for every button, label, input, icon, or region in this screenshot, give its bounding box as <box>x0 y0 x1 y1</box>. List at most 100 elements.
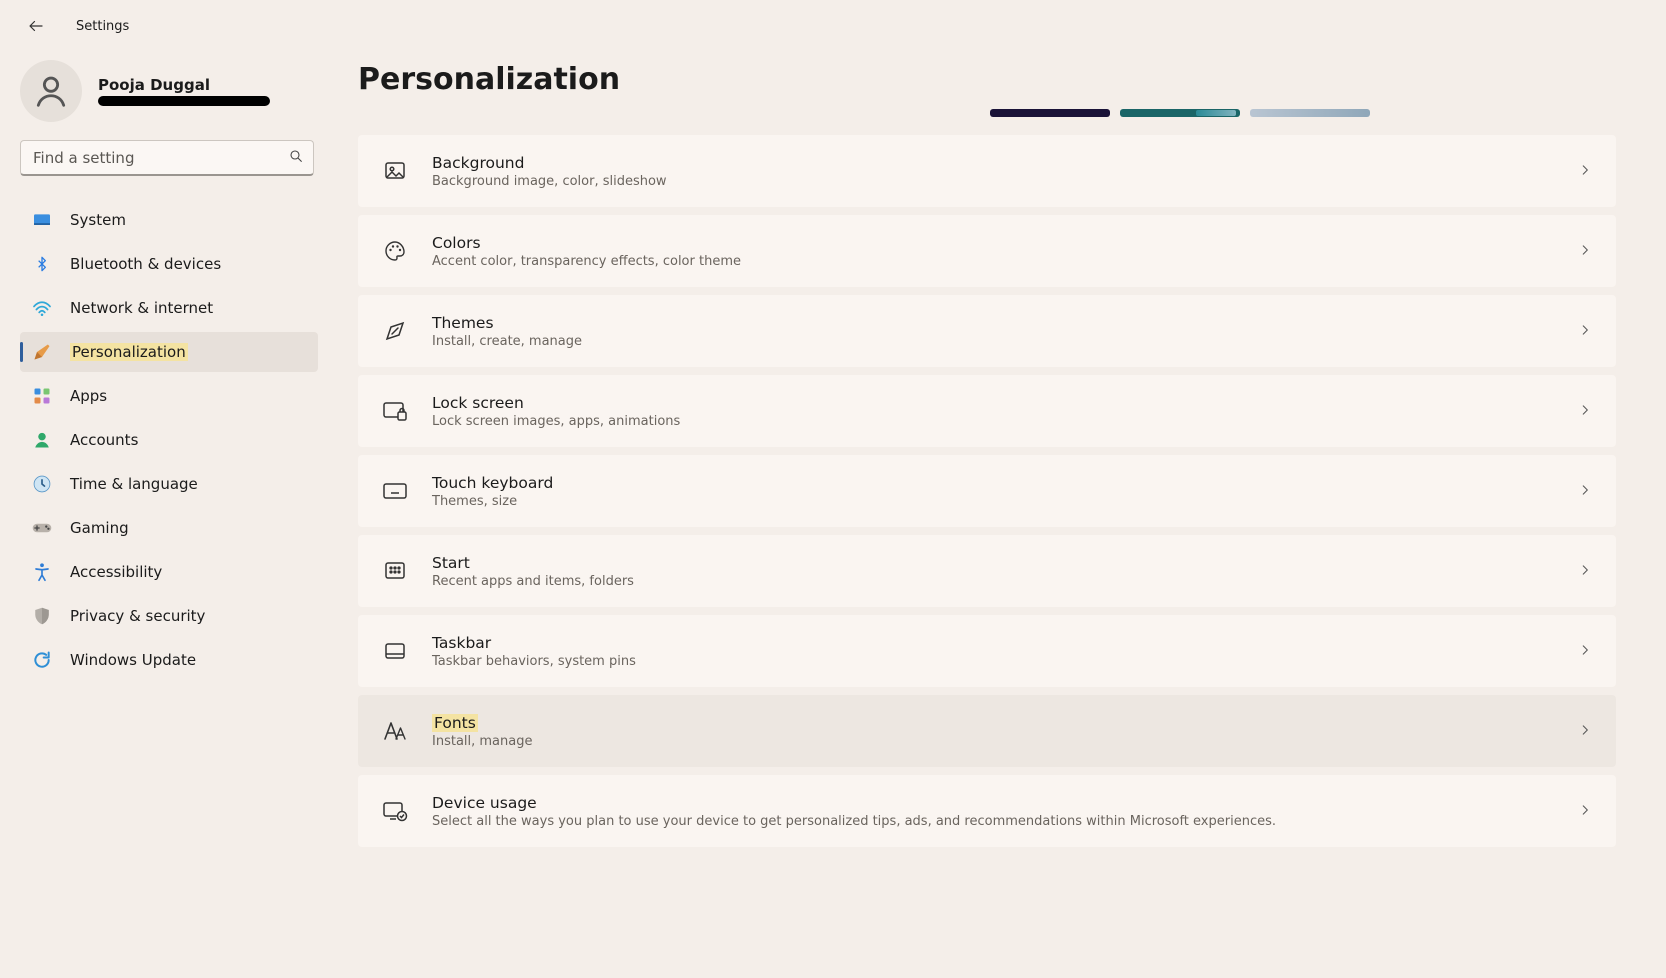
themes-icon <box>382 318 408 344</box>
card-text: Device usage Select all the ways you plan… <box>432 794 1578 829</box>
update-icon <box>32 650 52 670</box>
chevron-right-icon <box>1578 802 1592 821</box>
card-text: BackgroundBackground image, color, slide… <box>432 154 1578 189</box>
background-icon <box>382 158 408 184</box>
sidebar-item-label: Time & language <box>70 475 198 493</box>
sidebar-item-label: Accounts <box>70 431 138 449</box>
sidebar-item-gaming[interactable]: Gaming <box>20 508 318 548</box>
taskbar-icon <box>382 638 408 664</box>
card-title: Start <box>432 554 470 572</box>
titlebar: Settings <box>0 0 1666 52</box>
chevron-right-icon <box>1578 162 1592 181</box>
settings-card-fonts[interactable]: Fonts Install, manage <box>358 695 1616 767</box>
sidebar-item-system[interactable]: System <box>20 200 318 240</box>
time-icon <box>32 474 52 494</box>
sidebar-item-label: Personalization <box>70 343 188 361</box>
card-subtitle: Recent apps and items, folders <box>432 574 1578 589</box>
sidebar-item-label: Network & internet <box>70 299 213 317</box>
sidebar-item-label: Privacy & security <box>70 607 205 625</box>
sidebar-nav: System Bluetooth & devices Network & inter… <box>20 200 318 680</box>
card-subtitle: Install, manage <box>432 734 1578 749</box>
card-subtitle: Lock screen images, apps, animations <box>432 414 1578 429</box>
search-field[interactable] <box>20 140 314 176</box>
theme-thumbnail[interactable] <box>1120 109 1240 117</box>
card-title: Touch keyboard <box>432 474 553 492</box>
theme-thumbnail[interactable] <box>1250 109 1370 117</box>
settings-card-touchkeyboard[interactable]: Touch keyboard Themes, size <box>358 455 1616 527</box>
card-title: Fonts <box>432 714 478 732</box>
sidebar-item-time[interactable]: Time & language <box>20 464 318 504</box>
sidebar-item-privacy[interactable]: Privacy & security <box>20 596 318 636</box>
back-button[interactable] <box>20 10 52 42</box>
start-icon <box>382 558 408 584</box>
sidebar-item-personalization[interactable]: Personalization <box>20 332 318 372</box>
user-email-redacted <box>98 96 270 106</box>
card-subtitle: Taskbar behaviors, system pins <box>432 654 1578 669</box>
sidebar-item-accounts[interactable]: Accounts <box>20 420 318 460</box>
gaming-icon <box>32 518 52 538</box>
card-text: Touch keyboard Themes, size <box>432 474 1578 509</box>
card-subtitle: Select all the ways you plan to use your… <box>432 814 1578 829</box>
sidebar-item-label: Apps <box>70 387 107 405</box>
card-text: Fonts Install, manage <box>432 714 1578 749</box>
settings-card-colors[interactable]: ColorsAccent color, transparency effects… <box>358 215 1616 287</box>
card-text: Start Recent apps and items, folders <box>432 554 1578 589</box>
card-text: ColorsAccent color, transparency effects… <box>432 234 1578 269</box>
settings-card-start[interactable]: Start Recent apps and items, folders <box>358 535 1616 607</box>
sidebar-item-label: Gaming <box>70 519 129 537</box>
chevron-right-icon <box>1578 482 1592 501</box>
sidebar-item-label: Bluetooth & devices <box>70 255 221 273</box>
page-title: Personalization <box>358 62 1622 97</box>
apps-icon <box>32 386 52 406</box>
card-subtitle: Install, create, manage <box>432 334 1578 349</box>
sidebar-item-label: Accessibility <box>70 563 162 581</box>
card-text: Themes Install, create, manage <box>432 314 1578 349</box>
chevron-right-icon <box>1578 402 1592 421</box>
fonts-icon <box>382 718 408 744</box>
chevron-right-icon <box>1578 562 1592 581</box>
card-subtitle: Themes, size <box>432 494 1578 509</box>
search-input[interactable] <box>20 140 314 176</box>
card-title: Lock screen <box>432 394 524 412</box>
chevron-right-icon <box>1578 722 1592 741</box>
card-text: Lock screen Lock screen images, apps, ani… <box>432 394 1578 429</box>
chevron-right-icon <box>1578 242 1592 261</box>
card-title: Colors <box>432 234 481 252</box>
sidebar-item-update[interactable]: Windows Update <box>20 640 318 680</box>
sidebar: Pooja Duggal System Bluetooth & devices Ne… <box>0 52 330 978</box>
sidebar-item-label: Windows Update <box>70 651 196 669</box>
avatar <box>20 60 82 122</box>
accounts-icon <box>32 430 52 450</box>
sidebar-item-label: System <box>70 211 126 229</box>
settings-card-themes[interactable]: Themes Install, create, manage <box>358 295 1616 367</box>
card-title: Themes <box>432 314 494 332</box>
theme-thumbnail[interactable] <box>990 109 1110 117</box>
deviceusage-icon <box>382 798 408 824</box>
sidebar-item-bluetooth[interactable]: Bluetooth & devices <box>20 244 318 284</box>
card-subtitle: Background image, color, slideshow <box>432 174 1578 189</box>
settings-card-taskbar[interactable]: TaskbarTaskbar behaviors, system pins <box>358 615 1616 687</box>
card-text: TaskbarTaskbar behaviors, system pins <box>432 634 1578 669</box>
settings-card-lockscreen[interactable]: Lock screen Lock screen images, apps, ani… <box>358 375 1616 447</box>
network-icon <box>32 298 52 318</box>
main-content: Personalization BackgroundBackground ima… <box>330 52 1666 978</box>
personalization-icon <box>32 342 52 362</box>
chevron-right-icon <box>1578 322 1592 341</box>
privacy-icon <box>32 606 52 626</box>
sidebar-item-apps[interactable]: Apps <box>20 376 318 416</box>
touchkeyboard-icon <box>382 478 408 504</box>
settings-card-deviceusage[interactable]: Device usage Select all the ways you plan… <box>358 775 1616 847</box>
settings-card-background[interactable]: BackgroundBackground image, color, slide… <box>358 135 1616 207</box>
user-block[interactable]: Pooja Duggal <box>20 60 318 140</box>
window-title: Settings <box>76 19 129 34</box>
user-name: Pooja Duggal <box>98 76 270 94</box>
search-icon <box>288 148 304 168</box>
card-title: Device usage <box>432 794 537 812</box>
system-icon <box>32 210 52 230</box>
sidebar-item-accessibility[interactable]: Accessibility <box>20 552 318 592</box>
sidebar-item-network[interactable]: Network & internet <box>20 288 318 328</box>
arrow-left-icon <box>27 17 45 35</box>
settings-list[interactable]: BackgroundBackground image, color, slide… <box>358 135 1622 978</box>
bluetooth-icon <box>32 254 52 274</box>
accessibility-icon <box>32 562 52 582</box>
